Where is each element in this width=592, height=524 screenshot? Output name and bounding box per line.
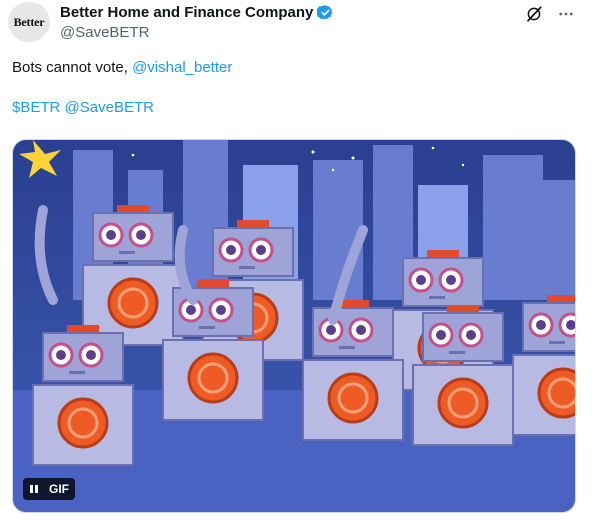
pause-icon[interactable] (23, 478, 45, 500)
verified-badge-icon (317, 4, 333, 20)
avatar-text: Better (13, 14, 45, 29)
tweet-text: Bots cannot vote, @vishal_better $BETR @… (12, 58, 232, 118)
tweet-header: Better Home and Finance Company @SaveBET… (60, 2, 334, 41)
author-name[interactable]: Better Home and Finance Company (60, 4, 313, 21)
mention-link[interactable]: @vishal_better (132, 59, 232, 76)
more-icon[interactable] (556, 4, 576, 24)
tweet-media-gif[interactable]: GIF (12, 139, 576, 513)
avatar[interactable]: Better (8, 2, 50, 42)
tweet-line-1: Bots cannot vote, (12, 59, 133, 76)
author-handle[interactable]: @SaveBETR (60, 24, 334, 41)
gif-badge[interactable]: GIF (23, 478, 75, 500)
grok-icon[interactable] (524, 4, 544, 24)
mention-link-2[interactable]: @SaveBETR (65, 99, 154, 116)
gif-illustration (13, 140, 575, 512)
cashtag-link[interactable]: $BETR (12, 99, 60, 116)
gif-label: GIF (49, 482, 69, 496)
